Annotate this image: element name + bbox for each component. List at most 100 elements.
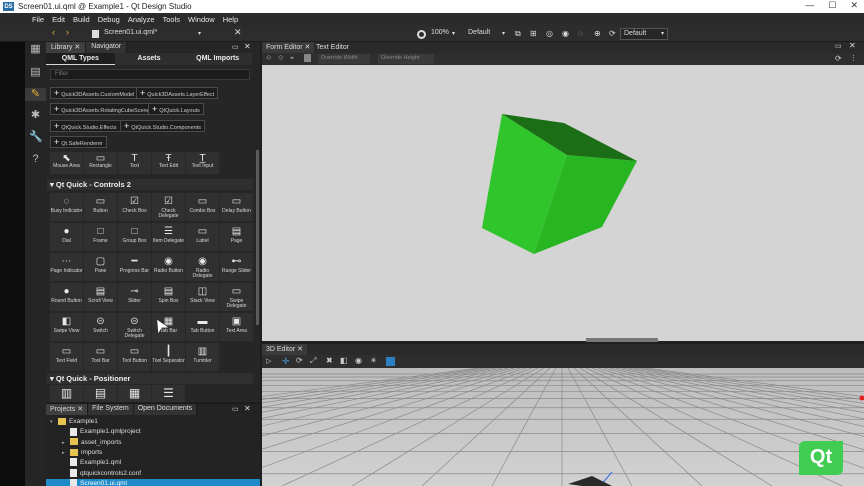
component-radio-delegate[interactable]: ◉ Radio Delegate (186, 253, 219, 281)
import-rotating-cube-scene[interactable]: + Quick3DAssets.RotatingCubeScene (50, 103, 154, 115)
close-tab-icon[interactable]: ✕ (77, 406, 83, 413)
component-busy-indicator[interactable]: ◌ Busy Indicator (50, 193, 83, 221)
style-selector[interactable]: Default ▾ (620, 28, 668, 40)
component-rectangle[interactable]: ▭ Rectangle (84, 152, 117, 174)
document-dropdown-icon[interactable]: ▾ (198, 30, 201, 37)
section-controls-2[interactable]: ▾ Qt Quick - Controls 2 (47, 179, 253, 190)
positioner-grid[interactable]: ▦ (118, 385, 151, 402)
override-height-input[interactable]: Override Height (378, 54, 434, 64)
component-switch-delegate[interactable]: ⊝ Switch Delegate (118, 313, 151, 341)
split-panel-icon[interactable]: ▭ (232, 43, 239, 51)
share-icon[interactable]: ⊕ (594, 29, 601, 38)
global-orientation-icon[interactable]: ☀ (370, 356, 377, 365)
component-radio-button[interactable]: ◉ Radio Button (152, 253, 185, 281)
close-tab-icon[interactable]: ✕ (74, 44, 80, 51)
component-pane[interactable]: ▢ Pane (84, 253, 117, 281)
component-text[interactable]: T Text (118, 152, 151, 174)
tab-qml-types[interactable]: QML Types (46, 53, 115, 65)
component-mouse-area[interactable]: ⬉ Mouse Area (50, 152, 83, 174)
split-panel-icon[interactable]: ▭ (232, 405, 239, 413)
rotate-tool-icon[interactable]: ⟳ (296, 356, 303, 365)
toggle-grid-icon[interactable] (386, 357, 395, 366)
edit-mode-icon[interactable]: ▤ (29, 66, 42, 79)
maximize-button[interactable]: ☐ (828, 0, 836, 11)
select-tool-icon[interactable]: ⟐ (266, 55, 272, 63)
snap-tool-icon[interactable]: ⟐ (278, 55, 284, 63)
state-selector[interactable]: Default (468, 29, 490, 36)
debug-mode-icon[interactable]: ✱ (29, 109, 42, 122)
component-check-box[interactable]: ☑ Check Box (118, 193, 151, 221)
tree-item[interactable]: Example1.qmlproject (46, 427, 260, 437)
annotation-icon[interactable]: ⟳ (609, 29, 616, 38)
import-custom-model[interactable]: + Quick3DAssets.CustomModel (50, 87, 139, 99)
zoom-dropdown-icon[interactable]: ▾ (452, 30, 455, 37)
component-tool-separator[interactable]: ┃ Tool Separator (152, 343, 185, 371)
state-dropdown-icon[interactable]: ▾ (502, 30, 505, 37)
component-item-delegate[interactable]: ☰ Item Delegate (152, 223, 185, 251)
move-tool-icon[interactable]: ✛ (282, 356, 290, 367)
positioner-flow[interactable]: ▤ (84, 385, 117, 402)
tree-item[interactable]: ▸ imports (46, 448, 260, 458)
refresh-icon[interactable]: ⟳ (835, 54, 842, 63)
zoom-level[interactable]: 100% (431, 29, 449, 36)
tree-item[interactable]: ▸ asset_imports (46, 438, 260, 448)
welcome-mode-icon[interactable]: ▦ (29, 43, 42, 56)
panel-close-icon[interactable]: ✕ (849, 41, 856, 50)
open-document-label[interactable]: Screen01.ui.qml* (104, 29, 157, 36)
group-icon[interactable]: ⧉ (515, 29, 521, 39)
tab-navigator[interactable]: Navigator (86, 42, 128, 53)
help-mode-icon[interactable]: ? (29, 153, 42, 166)
tab-projects[interactable]: Projects ✕ (46, 404, 89, 415)
tab-file-system[interactable]: File System (88, 404, 134, 415)
library-filter-input[interactable]: Filter (50, 69, 250, 80)
component-progress-bar[interactable]: ━ Progress Bar (118, 253, 151, 281)
component-tool-button[interactable]: ▭ Tool Button (118, 343, 151, 371)
import-qtquick-layouts[interactable]: + QtQuick.Layouts (148, 103, 204, 115)
component-swipe-delegate[interactable]: ▭ Swipe Delegate (220, 283, 253, 311)
override-width-input[interactable]: Override Width (318, 54, 370, 64)
select-pointer-icon[interactable]: ▷ (266, 357, 271, 365)
perspective-icon[interactable]: ◉ (355, 356, 362, 365)
align-icon[interactable]: ⊞ (530, 29, 537, 38)
panel-close-icon[interactable]: ✕ (244, 42, 251, 51)
menu-analyze[interactable]: Analyze (128, 15, 155, 24)
expand-arrow-icon[interactable]: ▸ (62, 448, 70, 458)
component-combo-box[interactable]: ▭ Combo Box (186, 193, 219, 221)
cube-render[interactable] (262, 65, 864, 341)
import-layer-effect[interactable]: + Quick3DAssets.LayerEffect (136, 87, 219, 99)
design-mode-icon[interactable]: ✎ (25, 88, 46, 101)
expand-arrow-icon[interactable]: ▸ (62, 438, 70, 448)
component-stack-view[interactable]: ◫ Stack View (186, 283, 219, 311)
close-window-button[interactable]: ✕ (850, 0, 858, 11)
run-icon[interactable]: ◉ (562, 29, 569, 38)
tab-qml-imports[interactable]: QML Imports (183, 53, 253, 65)
component-tumbler[interactable]: ▥ Tumbler (186, 343, 219, 371)
component-group-box[interactable]: □ Group Box (118, 223, 151, 251)
more-options-icon[interactable]: ⋮ (850, 54, 857, 62)
tree-item[interactable]: qtquickcontrols2.conf (46, 468, 260, 479)
tree-item[interactable]: ▾ Example1 (46, 417, 260, 427)
import-studio-components[interactable]: + QtQuick.Studio.Components (120, 120, 205, 132)
close-tab-icon[interactable]: ✕ (297, 346, 303, 353)
component-range-slider[interactable]: ⊷ Range Slider (220, 253, 253, 281)
edit-light-icon[interactable]: ◧ (340, 356, 348, 365)
tab-3d-editor[interactable]: 3D Editor ✕ (262, 344, 308, 355)
positioner-row[interactable]: ☰ (152, 385, 185, 402)
reset-icon[interactable]: ◎ (546, 29, 553, 38)
component-text-edit[interactable]: Ŧ Text Edit (152, 152, 185, 174)
component-label[interactable]: ▭ Label (186, 223, 219, 251)
library-scrollbar[interactable] (256, 150, 259, 325)
menu-debug[interactable]: Debug (98, 15, 120, 24)
component-swipe-view[interactable]: ◧ Swipe View (50, 313, 83, 341)
minimize-button[interactable]: — (805, 0, 814, 11)
tree-item[interactable]: Screen01.ui.qml (46, 478, 260, 486)
form-editor-canvas[interactable] (262, 65, 864, 341)
menu-edit[interactable]: Edit (52, 15, 65, 24)
component-check-delegate[interactable]: ☑ Check Delegate (152, 193, 185, 221)
component-text-field[interactable]: ▭ Text Field (50, 343, 83, 371)
close-tab-icon[interactable]: ✕ (305, 44, 311, 51)
menu-window[interactable]: Window (188, 15, 215, 24)
tree-item[interactable]: Example1.qml (46, 458, 260, 468)
component-slider[interactable]: ⊸ Slider (118, 283, 151, 311)
menu-tools[interactable]: Tools (163, 15, 181, 24)
